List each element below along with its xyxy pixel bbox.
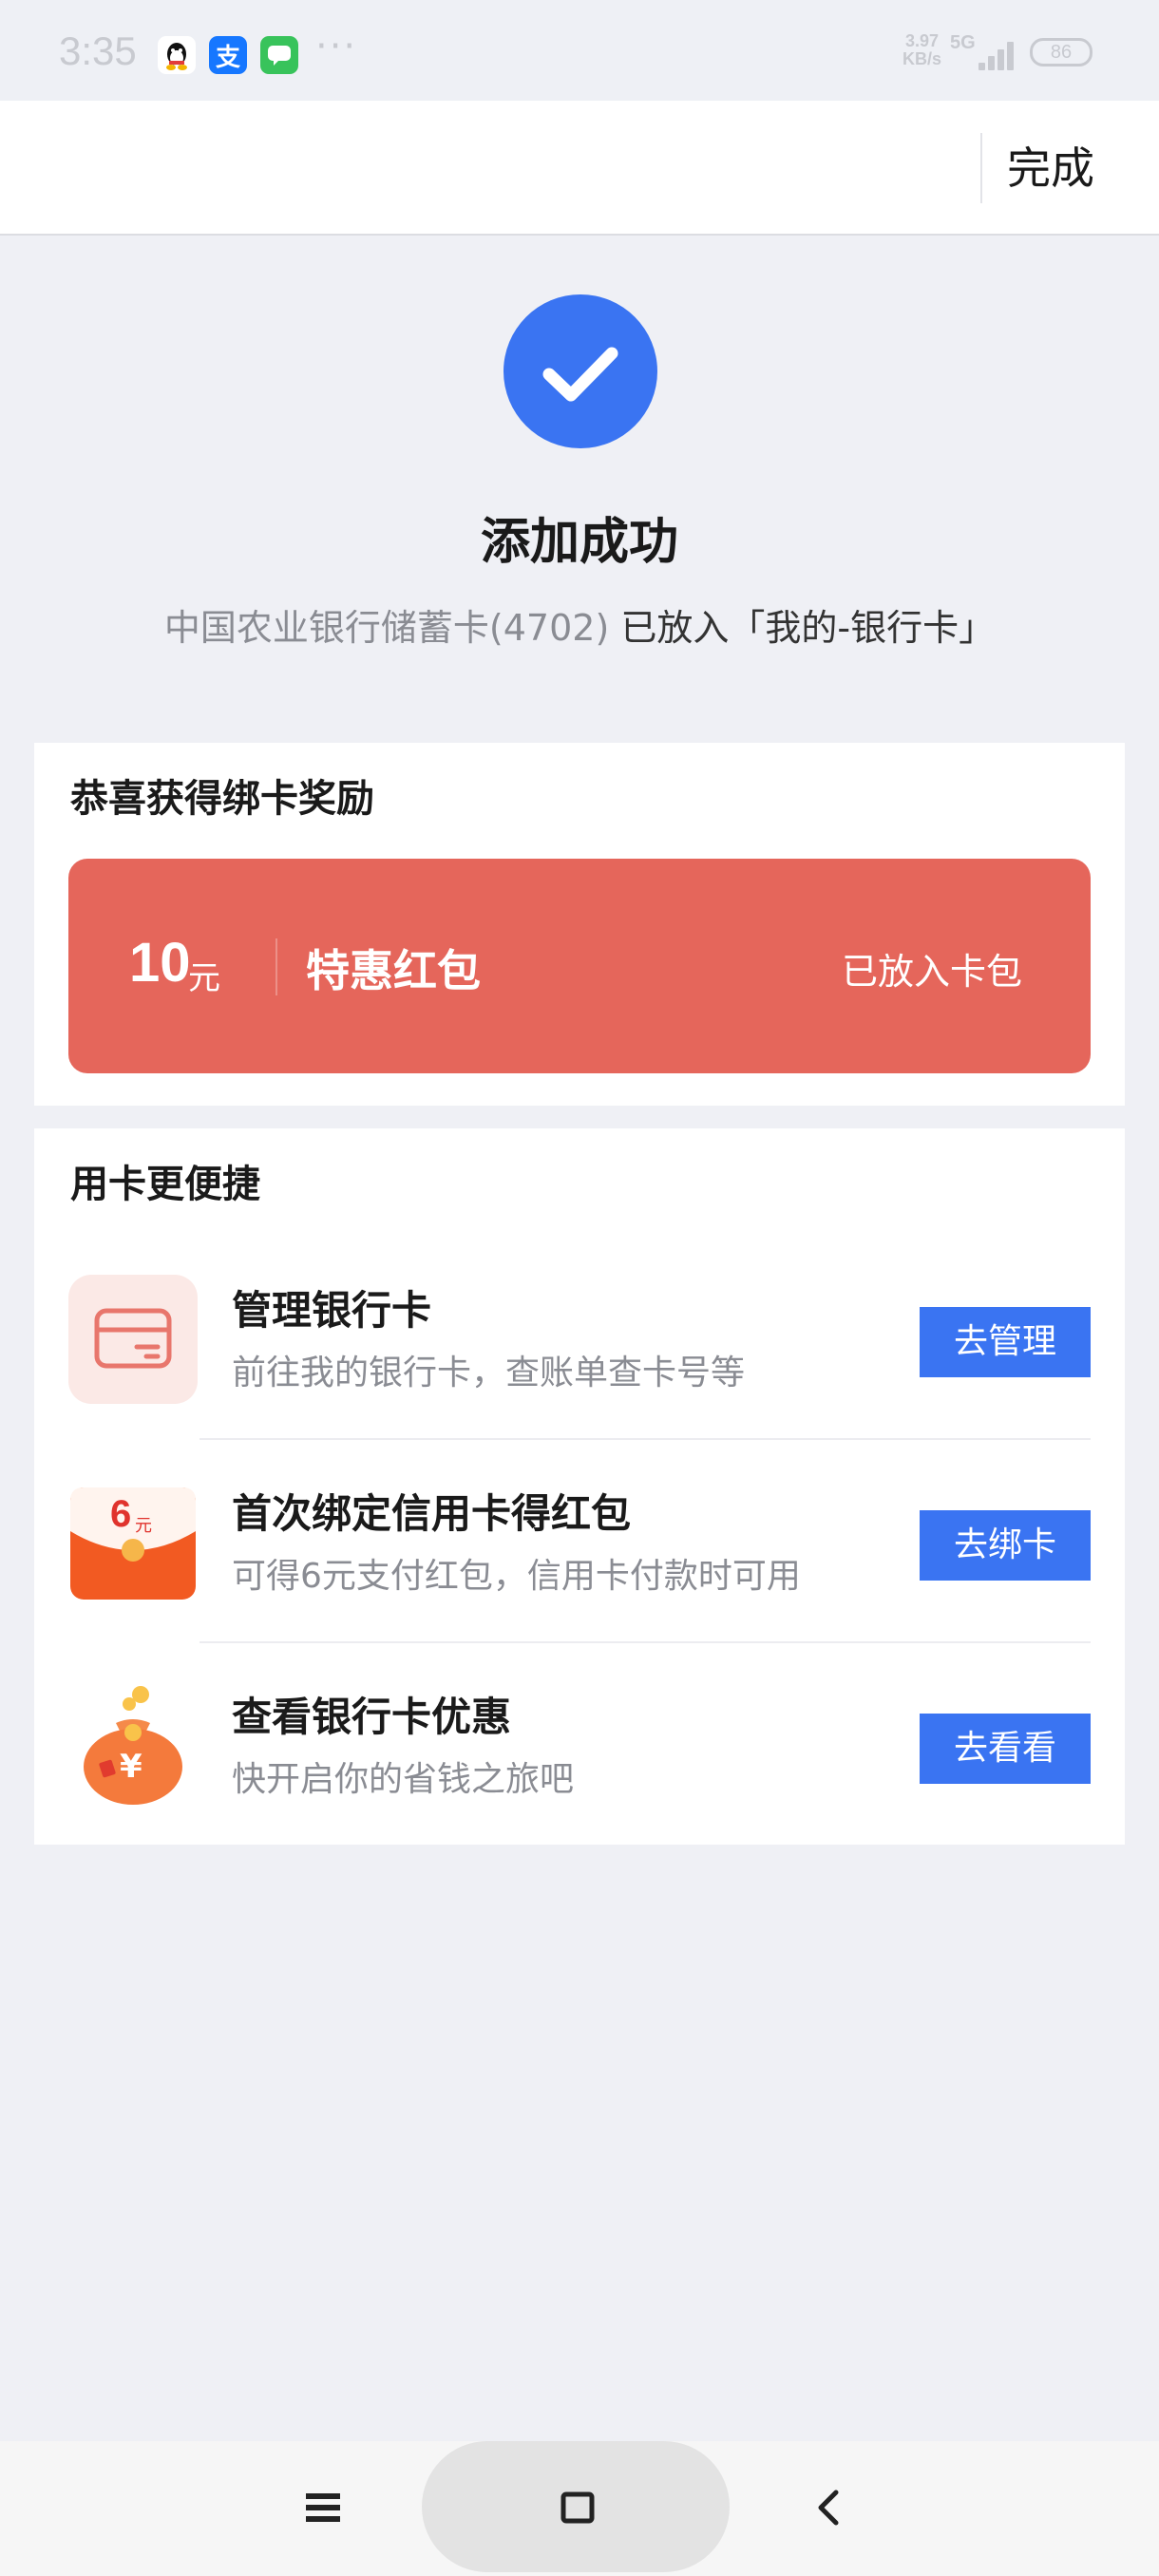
success-title: 添加成功 — [480, 514, 678, 571]
envelope-unit: 元 — [135, 1516, 152, 1536]
top-bar: 完成 — [0, 101, 1159, 236]
row-title: 首次绑定信用卡得红包 — [232, 1490, 632, 1537]
placed-text: 已放入「我的-银行卡」 — [609, 607, 996, 649]
row-subtitle: 前往我的银行卡，查账单查卡号等 — [232, 1354, 746, 1392]
list-item-card-offers[interactable]: ¥ 查看银行卡优惠 快开启你的省钱之旅吧 去看看 — [34, 1641, 1125, 1845]
money-bag-symbol: ¥ — [120, 1748, 142, 1786]
row-title: 管理银行卡 — [232, 1287, 432, 1334]
battery-icon: 86 — [1030, 38, 1092, 66]
row-title: 查看银行卡优惠 — [232, 1694, 512, 1740]
top-bar-divider — [980, 133, 982, 203]
red-packet-unit: 元 — [188, 959, 220, 997]
money-bag-icon: ¥ — [68, 1681, 198, 1810]
bind-card-button[interactable]: 去绑卡 — [920, 1510, 1091, 1581]
red-packet-banner[interactable]: 10 元 特惠红包 已放入卡包 — [68, 859, 1091, 1073]
convenience-title: 用卡更便捷 — [70, 1163, 260, 1206]
signal-icon — [978, 40, 1018, 70]
view-offers-button[interactable]: 去看看 — [920, 1714, 1091, 1784]
red-envelope-icon: 6 元 — [68, 1478, 198, 1607]
red-packet-amount: 10 — [129, 932, 191, 994]
red-packet-status: 已放入卡包 — [841, 951, 1022, 993]
envelope-amount: 6 — [110, 1493, 132, 1535]
more-notifications-icon: ··· — [315, 25, 358, 68]
list-item-manage-card[interactable]: 管理银行卡 前往我的银行卡，查账单查卡号等 去管理 — [34, 1235, 1125, 1440]
alipay-icon: 支 — [209, 36, 247, 74]
success-description: 中国农业银行储蓄卡(4702) 已放入「我的-银行卡」 — [0, 598, 1159, 651]
success-check-icon — [504, 294, 657, 448]
card-name: 中国农业银行储蓄卡(4702) — [163, 607, 610, 649]
back-icon[interactable] — [800, 2479, 857, 2536]
done-button[interactable]: 完成 — [1007, 135, 1094, 201]
qq-icon — [158, 36, 196, 74]
row-subtitle: 可得6元支付红包，信用卡付款时可用 — [232, 1557, 801, 1596]
system-nav-bar — [0, 2441, 1159, 2576]
manage-button[interactable]: 去管理 — [920, 1307, 1091, 1377]
reward-title: 恭喜获得绑卡奖励 — [70, 777, 374, 821]
convenience-card: 用卡更便捷 管理银行卡 前往我的银行卡，查账单查卡号等 去管理 6 元 首次绑定… — [34, 1128, 1125, 1845]
network-speed-value: 3.97 — [904, 31, 940, 50]
row-subtitle: 快开启你的省钱之旅吧 — [232, 1760, 575, 1799]
messages-icon — [260, 36, 298, 74]
red-packet-name: 特惠红包 — [306, 945, 481, 996]
bank-card-icon — [68, 1275, 198, 1404]
network-speed: 3.97 KB/s — [902, 32, 941, 68]
menu-icon[interactable] — [294, 2479, 352, 2536]
status-time: 3:35 — [59, 28, 137, 73]
red-packet-divider — [276, 938, 277, 995]
list-item-bind-credit-card[interactable]: 6 元 首次绑定信用卡得红包 可得6元支付红包，信用卡付款时可用 去绑卡 — [34, 1438, 1125, 1643]
status-bar: 3:35 支 ··· 3.97 KB/s 5G 86 — [0, 0, 1159, 101]
reward-card: 恭喜获得绑卡奖励 10 元 特惠红包 已放入卡包 — [34, 743, 1125, 1106]
network-speed-unit: KB/s — [902, 49, 942, 68]
network-type: 5G — [950, 32, 976, 53]
home-icon[interactable] — [549, 2479, 606, 2536]
